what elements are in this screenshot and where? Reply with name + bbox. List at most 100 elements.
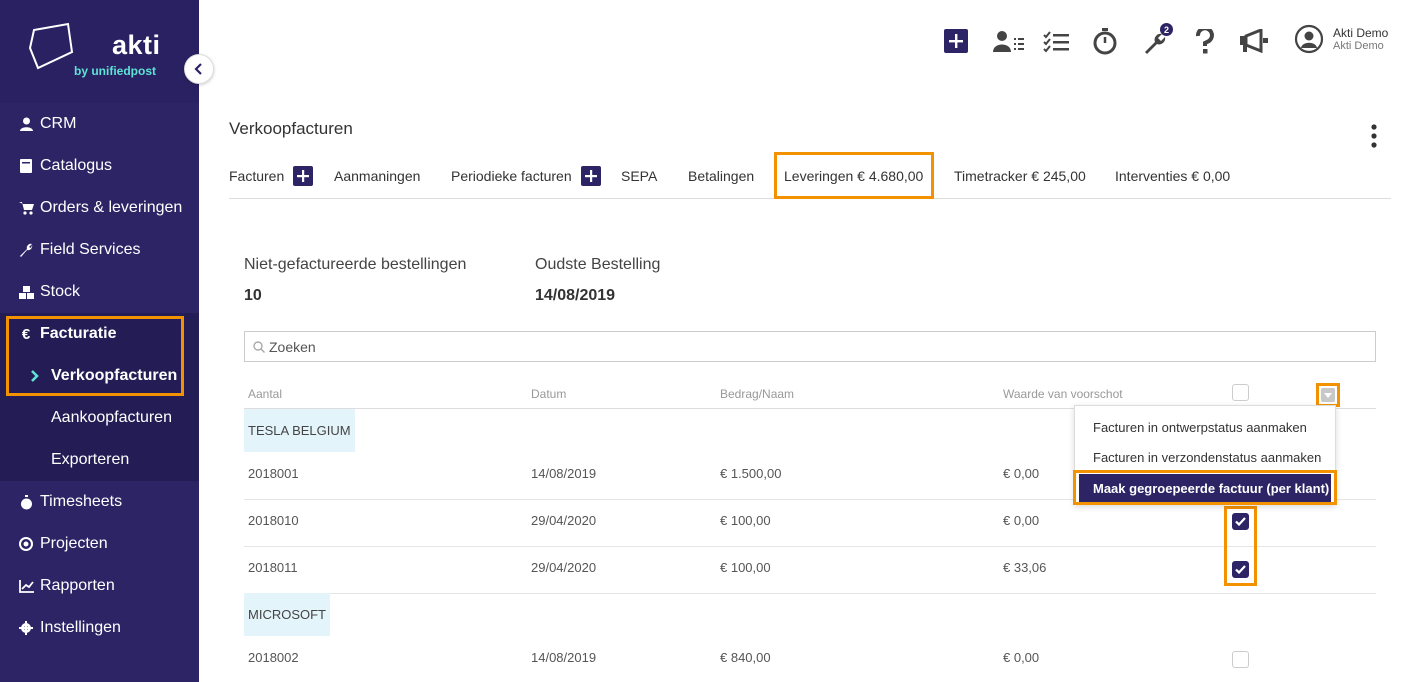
oldest-order-label: Oudste Bestelling (535, 256, 661, 273)
sidebar-item-label: Field Services (40, 241, 141, 258)
plus-icon (584, 169, 597, 182)
tab-label: Facturen (229, 167, 285, 184)
row-advance: € 0,00 (1003, 650, 1040, 665)
help-icon[interactable] (1196, 29, 1214, 55)
user-name: Akti Demo (1333, 26, 1389, 40)
megaphone-icon[interactable] (1239, 29, 1269, 53)
tab-betalingen[interactable]: Betalingen (688, 152, 754, 199)
row-divider (244, 546, 1376, 547)
collapse-sidebar-button[interactable] (184, 54, 214, 84)
menu-item-create-draft-invoices[interactable]: Facturen in ontwerpstatus aanmaken (1093, 420, 1307, 435)
unbilled-orders-label: Niet-gefactureerde bestellingen (244, 256, 467, 273)
tab-label: Interventies € 0,00 (1115, 167, 1231, 184)
plus-icon (297, 169, 310, 182)
tab-label: Timetracker € 245,00 (954, 167, 1086, 184)
row-checkbox[interactable] (1232, 651, 1249, 668)
tab-periodieke-facturen[interactable]: Periodieke facturen (451, 152, 601, 199)
plus-icon (949, 34, 963, 48)
cubes-icon (18, 284, 34, 300)
sidebar-subitem-aankoopfacturen[interactable]: Aankoopfacturen (0, 397, 199, 439)
highlight-selected-checkboxes (1224, 506, 1257, 586)
brand-area: akti by unifiedpost (0, 0, 199, 103)
select-all-checkbox[interactable] (1232, 384, 1249, 401)
row-amount: € 100,00 (720, 560, 771, 575)
sidebar-item-stock[interactable]: Stock (0, 271, 199, 313)
column-header-datum: Datum (531, 387, 567, 401)
row-date: 29/04/2020 (531, 513, 597, 528)
tab-label: Betalingen (688, 167, 755, 184)
column-header-bedrag: Bedrag/Naam (720, 387, 795, 401)
contacts-list-icon[interactable] (993, 30, 1025, 54)
row-number: 2018010 (248, 513, 299, 528)
sidebar-subitem-exporteren[interactable]: Exporteren (0, 439, 199, 481)
row-advance: € 0,00 (1003, 466, 1040, 481)
akti-logo-icon (28, 22, 74, 70)
caret-down-icon (1324, 392, 1332, 398)
avatar-icon (1294, 24, 1324, 54)
tasks-icon[interactable] (1043, 31, 1069, 53)
search-input[interactable]: Zoeken (244, 331, 1376, 362)
chevron-left-icon (194, 63, 202, 75)
sidebar-item-rapporten[interactable]: Rapporten (0, 565, 199, 607)
row-amount: € 100,00 (720, 513, 771, 528)
row-number: 2018011 (248, 560, 298, 575)
user-icon (18, 116, 34, 132)
highlight-grouped-invoice (1073, 470, 1337, 505)
sidebar-item-crm[interactable]: CRM (0, 103, 199, 145)
row-date: 14/08/2019 (531, 466, 597, 481)
row-amount: € 840,00 (720, 650, 771, 665)
tab-facturen[interactable]: Facturen (229, 152, 314, 199)
more-options-icon[interactable] (1369, 124, 1379, 148)
row-number: 2018002 (248, 650, 299, 665)
row-advance: € 33,06 (1003, 560, 1047, 575)
row-divider (244, 593, 1376, 594)
brand-name: akti (112, 30, 161, 60)
sidebar-item-catalogus[interactable]: Catalogus (0, 145, 199, 187)
stopwatch-icon[interactable] (1093, 28, 1117, 55)
tab-interventies[interactable]: Interventies € 0,00 (1115, 152, 1230, 199)
user-menu[interactable]: Akti Demo Akti Demo (1294, 24, 1388, 54)
sidebar-item-orders[interactable]: Orders & leveringen (0, 187, 199, 229)
sidebar-item-field-services[interactable]: Field Services (0, 229, 199, 271)
brand-sub: by unifiedpost (74, 64, 156, 78)
sidebar-item-label: CRM (40, 115, 77, 132)
add-recurring-invoice-button[interactable] (580, 165, 601, 186)
menu-item-create-sent-invoices[interactable]: Facturen in verzondenstatus aanmaken (1093, 450, 1321, 465)
bulk-actions-dropdown-toggle[interactable] (1321, 388, 1335, 402)
sidebar-item-label: Stock (40, 283, 81, 300)
row-date: 29/04/2020 (531, 560, 597, 575)
tab-aanmaningen[interactable]: Aanmaningen (334, 152, 420, 199)
book-icon (18, 158, 34, 174)
row-date: 14/08/2019 (531, 650, 597, 665)
target-icon (18, 536, 34, 552)
tab-label: SEPA (621, 167, 658, 184)
highlight-facturatie (6, 316, 184, 396)
tab-timetracker[interactable]: Timetracker € 245,00 (954, 152, 1086, 199)
sidebar-item-projecten[interactable]: Projecten (0, 523, 199, 565)
tab-sepa[interactable]: SEPA (621, 152, 657, 199)
sidebar-item-timesheets[interactable]: Timesheets (0, 481, 199, 523)
quick-add-button[interactable] (944, 29, 968, 53)
unbilled-orders-value: 10 (244, 287, 262, 304)
customer-group-header: MICROSOFT (244, 593, 330, 636)
chart-icon (18, 578, 34, 594)
tab-label: Aanmaningen (334, 167, 421, 184)
sidebar-item-label: Projecten (40, 535, 108, 552)
sidebar-item-label: Instellingen (40, 619, 121, 636)
sidebar-item-label: Timesheets (40, 493, 123, 510)
search-placeholder: Zoeken (269, 338, 316, 355)
sidebar-item-label: Rapporten (40, 577, 115, 594)
sidebar-item-instellingen[interactable]: Instellingen (0, 607, 199, 649)
tools-badge: 2 (1160, 23, 1173, 36)
search-icon (253, 340, 265, 353)
user-company: Akti Demo (1333, 40, 1384, 52)
column-header-aantal: Aantal (248, 387, 283, 401)
row-advance: € 0,00 (1003, 513, 1040, 528)
column-header-voorschot: Waarde van voorschot (1003, 387, 1123, 401)
row-amount: € 1.500,00 (720, 466, 782, 481)
sidebar-subitem-label: Exporteren (51, 451, 130, 468)
add-invoice-button[interactable] (293, 165, 314, 186)
sidebar-item-label: Orders & leveringen (40, 199, 183, 216)
row-number: 2018001 (248, 466, 299, 481)
gear-icon (18, 620, 34, 636)
